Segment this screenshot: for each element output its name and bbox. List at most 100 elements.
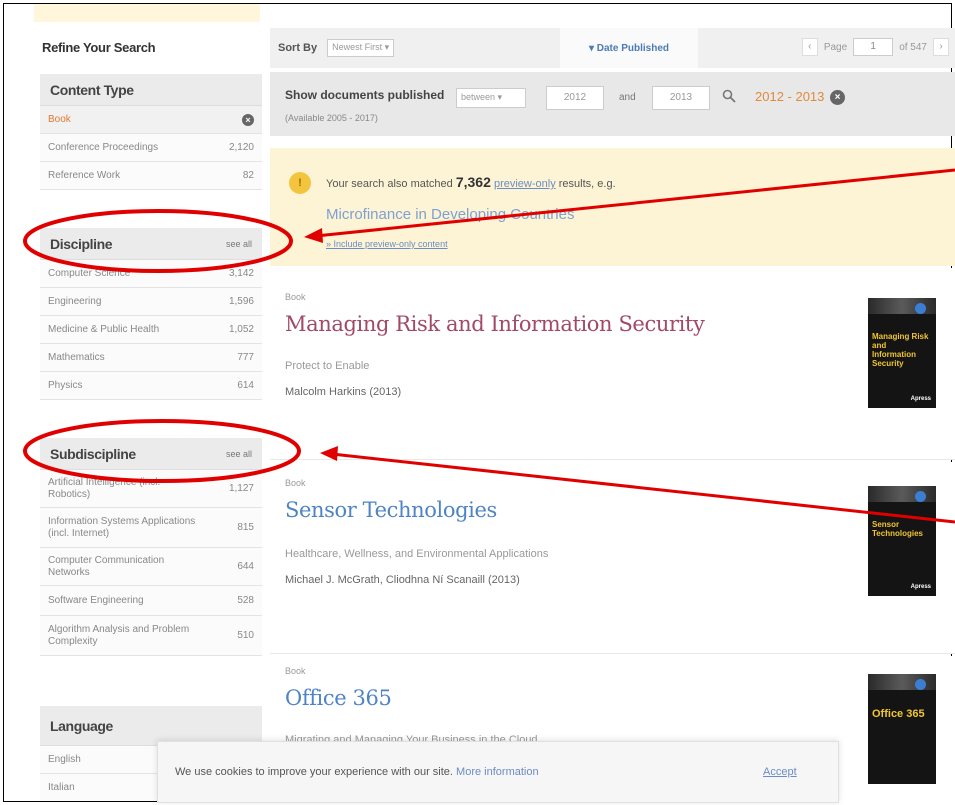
facet-item-label: Medicine & Public Health bbox=[48, 324, 160, 335]
facet-header[interactable]: Discipline see all bbox=[40, 228, 262, 260]
result-authors: Michael J. McGrath, Cliodhna Ní Scanaill… bbox=[285, 574, 520, 586]
facet-item-label: Italian bbox=[48, 782, 75, 793]
facet-item-computer-science[interactable]: Computer Science 3,142 bbox=[40, 260, 262, 288]
accept-cookies-button[interactable]: Accept bbox=[763, 766, 797, 778]
facet-item-engineering[interactable]: Engineering 1,596 bbox=[40, 288, 262, 316]
prev-page-button[interactable]: ‹ bbox=[801, 38, 818, 56]
page-total: of 547 bbox=[899, 41, 927, 53]
facet-item-software-engineering[interactable]: Software Engineering 528 bbox=[40, 586, 262, 616]
result-item: Book Sensor Technologies Healthcare, Wel… bbox=[270, 462, 955, 654]
tab-date-published[interactable]: ▾ Date Published bbox=[560, 28, 698, 68]
facet-header[interactable]: Content Type bbox=[40, 74, 262, 106]
facet-item-reference-work[interactable]: Reference Work 82 bbox=[40, 162, 262, 190]
facet-item-count: 1,052 bbox=[228, 324, 254, 335]
facet-item-label: Computer Communication Networks bbox=[48, 554, 165, 578]
facet-item-label: Software Engineering bbox=[48, 594, 144, 606]
facet-item-medicine[interactable]: Medicine & Public Health 1,052 bbox=[40, 316, 262, 344]
facet-item-label: Computer Science bbox=[48, 268, 131, 279]
year-from-input[interactable]: 2012 bbox=[546, 86, 604, 110]
facet-item-artificial-intelligence[interactable]: Artificial Intelligence (incl. Robotics)… bbox=[40, 470, 262, 508]
cookie-message: We use cookies to improve your experienc… bbox=[175, 766, 539, 778]
facet-item-label: Reference Work bbox=[48, 170, 121, 181]
info-icon: ! bbox=[289, 172, 311, 194]
facet-item-conference-proceedings[interactable]: Conference Proceedings 2,120 bbox=[40, 134, 262, 162]
sort-select[interactable]: Newest First ▾ bbox=[327, 39, 395, 57]
facet-item-count: 528 bbox=[237, 595, 254, 606]
pagination: ‹ Page 1 of 547 › bbox=[801, 38, 949, 56]
facet-item-count: 1,127 bbox=[228, 483, 254, 494]
page-label: Page bbox=[823, 41, 848, 53]
facet-item-count: 510 bbox=[237, 630, 254, 641]
see-all-link[interactable]: see all bbox=[226, 239, 252, 249]
book-cover[interactable]: Managing Risk and Information Security A… bbox=[868, 298, 936, 408]
facet-item-count: 3,142 bbox=[228, 268, 254, 279]
facet-header[interactable]: Language bbox=[40, 706, 262, 746]
book-cover[interactable]: Office 365 bbox=[868, 674, 936, 784]
facet-item-algorithm-analysis[interactable]: Algorithm Analysis and Problem Complexit… bbox=[40, 616, 262, 656]
clear-date-icon[interactable]: × bbox=[830, 90, 845, 105]
preview-notice: ! Your search also matched 7,362 preview… bbox=[270, 148, 955, 266]
result-type: Book bbox=[285, 666, 306, 676]
facet-item-label: Algorithm Analysis and Problem Complexit… bbox=[48, 623, 190, 647]
date-filter-label: Show documents published bbox=[285, 88, 445, 102]
facet-item-information-systems[interactable]: Information Systems Applications (incl. … bbox=[40, 508, 262, 548]
facet-item-physics[interactable]: Physics 614 bbox=[40, 372, 262, 400]
facet-content-type: Content Type Book × Conference Proceedin… bbox=[40, 74, 262, 190]
result-title[interactable]: Sensor Technologies bbox=[285, 498, 497, 522]
facet-title: Subdiscipline bbox=[50, 445, 136, 462]
cover-title: Managing Risk and Information Security bbox=[872, 332, 929, 368]
more-information-link[interactable]: More information bbox=[456, 766, 539, 778]
search-icon[interactable] bbox=[722, 89, 736, 103]
preview-only-link[interactable]: preview-only bbox=[494, 178, 556, 190]
sort-toolbar: Sort By Newest First ▾ ▾ Date Published … bbox=[270, 28, 955, 68]
include-preview-link[interactable]: » Include preview-only content bbox=[326, 239, 448, 249]
facet-title: Content Type bbox=[50, 81, 134, 98]
facet-item-count: 2,120 bbox=[228, 142, 254, 153]
result-authors: Malcolm Harkins (2013) bbox=[285, 386, 402, 398]
facet-item-book[interactable]: Book × bbox=[40, 106, 262, 134]
facet-item-mathematics[interactable]: Mathematics 777 bbox=[40, 344, 262, 372]
facet-item-label: Book bbox=[48, 114, 71, 125]
facet-item-label: Information Systems Applications (incl. … bbox=[48, 515, 196, 539]
facet-subdiscipline: Subdiscipline see all Artificial Intelli… bbox=[40, 438, 262, 656]
facet-header[interactable]: Subdiscipline see all bbox=[40, 438, 262, 470]
result-title[interactable]: Managing Risk and Information Security bbox=[285, 312, 705, 336]
refine-title: Refine Your Search bbox=[42, 40, 156, 55]
facet-item-label: Physics bbox=[48, 380, 83, 391]
result-subtitle: Healthcare, Wellness, and Environmental … bbox=[285, 548, 549, 560]
top-tab-strip bbox=[34, 4, 260, 22]
and-label: and bbox=[619, 92, 636, 103]
result-type: Book bbox=[285, 292, 306, 302]
next-page-button[interactable]: › bbox=[933, 38, 949, 56]
cookie-text: We use cookies to improve your experienc… bbox=[175, 766, 453, 778]
year-to-input[interactable]: 2013 bbox=[652, 86, 710, 110]
cover-title: Sensor Technologies bbox=[872, 520, 923, 538]
notice-suffix: results, e.g. bbox=[558, 178, 616, 190]
result-type: Book bbox=[285, 478, 306, 488]
page-number-input[interactable]: 1 bbox=[853, 38, 894, 56]
see-all-link[interactable]: see all bbox=[226, 449, 252, 459]
refine-sidebar: Refine Your Search Content Type Book × C… bbox=[34, 22, 262, 801]
facet-item-count: 644 bbox=[237, 561, 254, 572]
facet-item-label: Engineering bbox=[48, 296, 102, 307]
facet-item-count: 614 bbox=[237, 380, 254, 391]
clear-filter-icon[interactable]: × bbox=[242, 113, 254, 126]
cover-title: Office 365 bbox=[872, 708, 925, 720]
facet-title: Discipline bbox=[50, 235, 113, 252]
cookie-banner: We use cookies to improve your experienc… bbox=[157, 741, 839, 803]
facet-discipline: Discipline see all Computer Science 3,14… bbox=[40, 228, 262, 400]
notice-prefix: Your search also matched bbox=[326, 178, 453, 190]
facet-item-label: Conference Proceedings bbox=[48, 142, 159, 153]
facet-item-computer-communication[interactable]: Computer Communication Networks 644 bbox=[40, 548, 262, 586]
facet-item-count: 1,596 bbox=[228, 296, 254, 307]
notice-example-title[interactable]: Microfinance in Developing Countries bbox=[326, 206, 574, 223]
facet-item-count: 82 bbox=[242, 170, 254, 181]
facet-item-count: 815 bbox=[237, 522, 254, 533]
active-date-range: 2012 - 2013 bbox=[755, 89, 825, 104]
facet-item-label: Mathematics bbox=[48, 352, 105, 363]
book-cover[interactable]: Sensor Technologies Apress bbox=[868, 486, 936, 596]
facet-title: Language bbox=[50, 717, 113, 734]
result-title[interactable]: Office 365 bbox=[285, 686, 392, 710]
date-mode-select[interactable]: between ▾ bbox=[456, 88, 526, 108]
result-subtitle: Protect to Enable bbox=[285, 360, 370, 372]
